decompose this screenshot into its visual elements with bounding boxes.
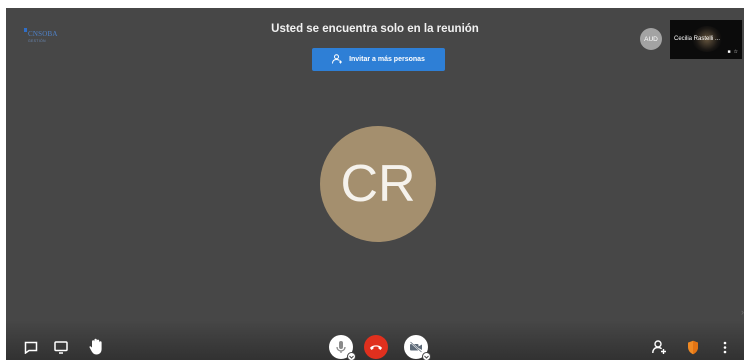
camera-off-icon [409, 341, 423, 353]
raise-hand-button[interactable] [87, 337, 105, 355]
mic-options-badge[interactable] [347, 352, 356, 360]
hangup-button[interactable] [364, 335, 388, 359]
camera-status-icon: ■ [727, 49, 731, 55]
security-shield-icon [687, 340, 699, 355]
hangup-icon [369, 343, 383, 351]
thumbnail-participant-name: Cecilia Rastelli ... [674, 36, 721, 42]
more-options-icon [723, 341, 727, 354]
screen-share-icon [54, 340, 68, 354]
logo-subtitle: GESTIÓN [28, 39, 46, 43]
participants-button[interactable] [651, 339, 667, 355]
add-person-icon [332, 53, 343, 66]
star-icon: ☆ [733, 49, 738, 55]
security-button[interactable] [686, 338, 700, 356]
microphone-icon [335, 340, 347, 354]
participants-icon [651, 340, 667, 354]
chat-icon [24, 341, 38, 354]
chat-button[interactable] [23, 339, 39, 355]
alone-message: Usted se encuentra solo en la reunión [271, 23, 479, 35]
invite-more-people-button[interactable]: Invitar a más personas [312, 48, 445, 71]
invite-button-label: Invitar a más personas [349, 56, 425, 63]
main-participant-avatar: CR [320, 126, 436, 242]
camera-button[interactable] [404, 335, 431, 360]
participant-avatar-small[interactable]: AUD [640, 28, 662, 50]
more-options-button[interactable] [720, 338, 730, 356]
thumbnail-status-icons: ■ ☆ [727, 49, 738, 55]
bottom-toolbar [6, 320, 744, 360]
participant-thumbnail[interactable]: Cecilia Rastelli ... ■ ☆ [670, 20, 742, 59]
meeting-stage: CNSOBA GESTIÓN Usted se encuentra solo e… [6, 8, 744, 360]
raise-hand-icon [88, 338, 104, 355]
microphone-button[interactable] [329, 335, 356, 360]
screen-share-button[interactable] [53, 339, 69, 355]
camera-options-badge[interactable] [422, 352, 431, 360]
